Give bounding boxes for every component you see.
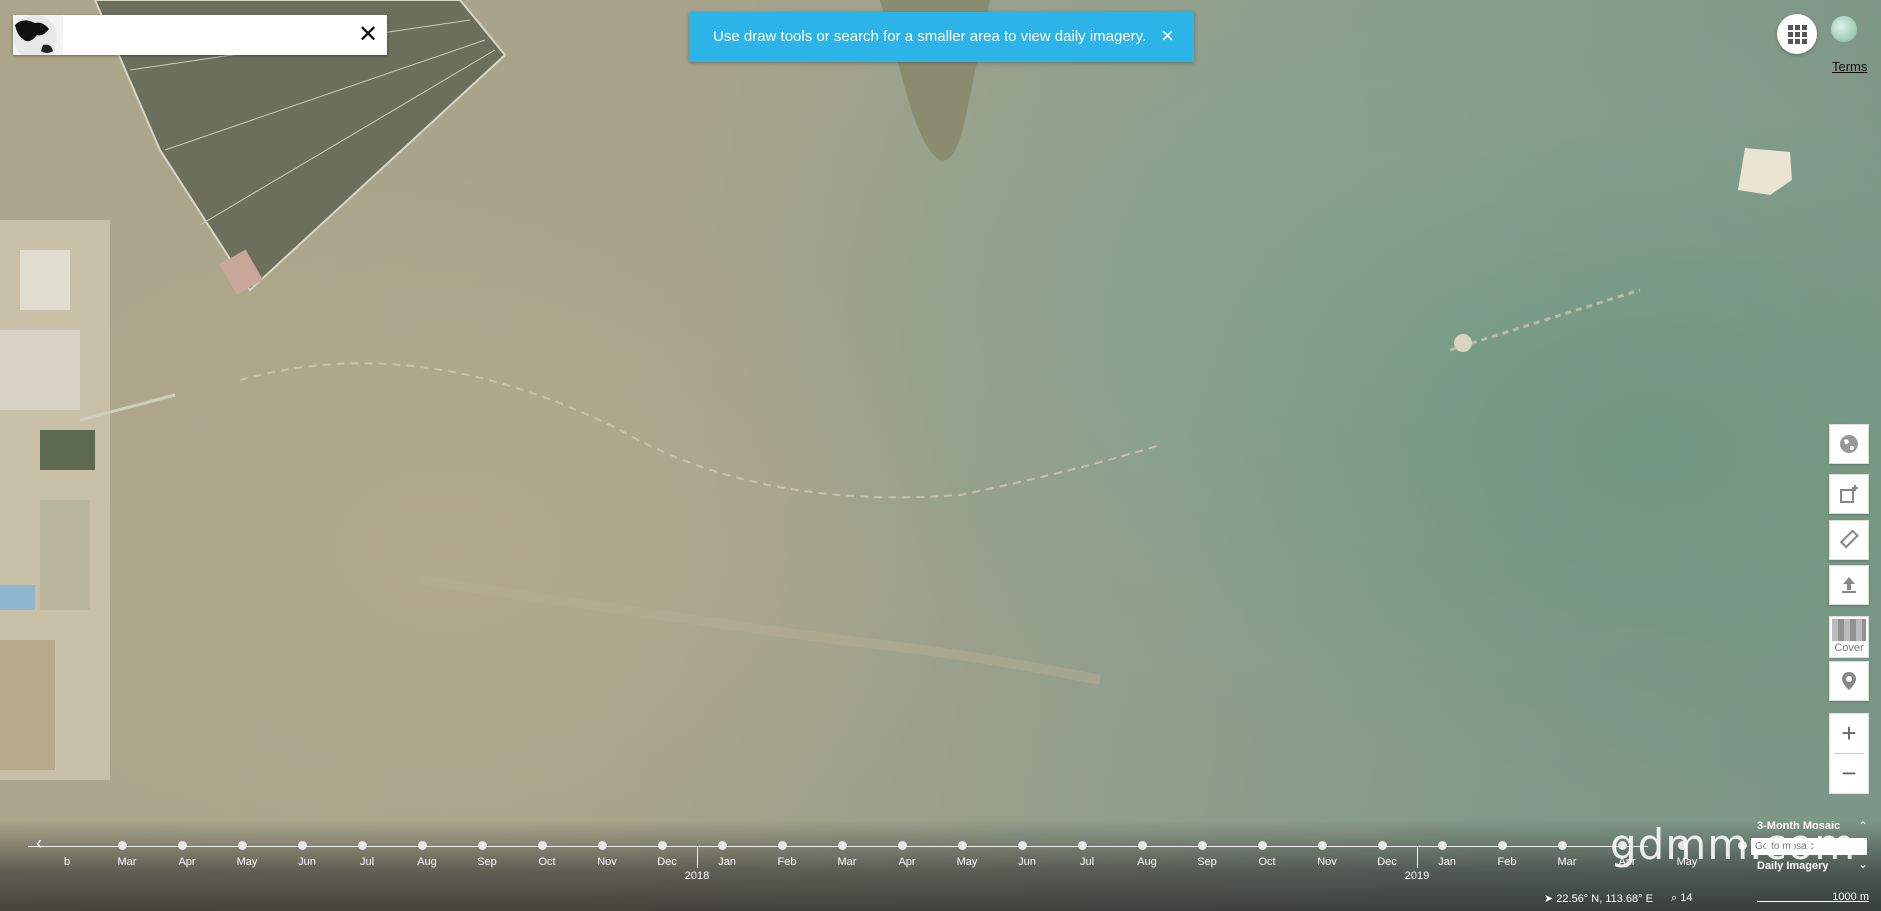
timeline-month-label[interactable]: Nov	[1317, 856, 1337, 868]
timeline-month-label[interactable]: May	[957, 856, 978, 868]
timeline-month-label[interactable]: Oct	[1258, 856, 1275, 868]
timeline-month-label[interactable]: Jul	[360, 856, 374, 868]
timeline-prev-icon[interactable]: ‹	[36, 833, 42, 854]
globe-thumbnail[interactable]	[13, 15, 63, 55]
scale-bar: 1000 m	[1757, 891, 1869, 903]
notification-message: Use draw tools or search for a smaller a…	[713, 28, 1147, 45]
measure-button[interactable]	[1829, 520, 1869, 560]
timeline-month-label[interactable]: Apr	[898, 856, 915, 868]
timeline-month-label[interactable]: Feb	[778, 856, 797, 868]
magnifier-icon: ⌕	[1671, 892, 1681, 904]
timeline-tick[interactable]	[1018, 841, 1027, 850]
watermark: gdmm.com	[1610, 820, 1857, 869]
timeline-year-label: 2018	[684, 870, 710, 882]
timeline-tick[interactable]	[238, 841, 247, 850]
timeline-month-label[interactable]: Mar	[1558, 856, 1577, 868]
timeline-month-label[interactable]: Mar	[118, 856, 137, 868]
search-bar[interactable]: ✕	[13, 15, 387, 55]
timeline-month-label[interactable]: Aug	[1137, 856, 1157, 868]
satellite-map[interactable]	[0, 0, 1881, 911]
timeline-tick[interactable]	[1558, 841, 1567, 850]
apps-grid-button[interactable]	[1777, 14, 1817, 54]
year-divider	[697, 847, 698, 868]
draw-area-button[interactable]	[1829, 474, 1869, 514]
timeline-tick[interactable]	[838, 841, 847, 850]
timeline-month-label[interactable]: Sep	[1197, 856, 1217, 868]
draw-shape-icon	[1840, 485, 1858, 503]
timeline-month-label[interactable]: May	[237, 856, 258, 868]
timeline-month-label[interactable]: Apr	[178, 856, 195, 868]
timeline-month-label[interactable]: Jul	[1080, 856, 1094, 868]
timeline-tick[interactable]	[718, 841, 727, 850]
timeline-month-label[interactable]: b	[64, 856, 70, 868]
zoom-level-value: 14	[1680, 892, 1693, 904]
timeline-tick[interactable]	[1078, 841, 1087, 850]
close-icon[interactable]: ×	[1161, 25, 1174, 47]
terms-link[interactable]: Terms	[1832, 59, 1867, 74]
timeline-tick[interactable]	[1498, 841, 1507, 850]
chevron-down-icon[interactable]: ⌄	[1858, 857, 1868, 871]
timeline-tick[interactable]	[178, 841, 187, 850]
timeline-tick[interactable]	[478, 841, 487, 850]
user-avatar[interactable]	[1831, 16, 1857, 42]
timeline-tick[interactable]	[358, 841, 367, 850]
timeline-tick[interactable]	[958, 841, 967, 850]
ruler-icon	[1839, 530, 1859, 549]
timeline-tick[interactable]	[898, 841, 907, 850]
timeline-month-label[interactable]: Sep	[477, 856, 497, 868]
timeline-tick[interactable]	[418, 841, 427, 850]
zoom-control: + −	[1829, 713, 1869, 794]
timeline-tick[interactable]	[1438, 841, 1447, 850]
timeline-month-label[interactable]: Aug	[417, 856, 437, 868]
chevron-up-icon[interactable]: ⌃	[1858, 819, 1868, 833]
cloud-cover-button[interactable]: Cover	[1829, 616, 1869, 658]
timeline-tick[interactable]	[598, 841, 607, 850]
cover-label: Cover	[1834, 642, 1864, 654]
timeline-month-label[interactable]: Dec	[657, 856, 677, 868]
timeline-month-label[interactable]: Jun	[298, 856, 316, 868]
timeline-month-label[interactable]: Dec	[1377, 856, 1397, 868]
timeline-month-label[interactable]: Mar	[838, 856, 857, 868]
timeline-month-label[interactable]: Jan	[718, 856, 736, 868]
timeline-tick[interactable]	[538, 841, 547, 850]
basemap-globe-button[interactable]	[1829, 424, 1869, 464]
globe-icon	[1840, 435, 1858, 453]
upload-icon	[1842, 577, 1856, 593]
navigation-arrow-icon: ➤	[1544, 893, 1557, 905]
island	[1738, 148, 1792, 195]
cover-thumbnail	[1832, 619, 1866, 641]
zoom-level: ⌕ 14	[1671, 892, 1692, 905]
timeline-tick[interactable]	[1318, 841, 1327, 850]
timeline-month-label[interactable]: Oct	[538, 856, 555, 868]
bridge-line	[239, 362, 1161, 499]
timeline-month-label[interactable]: Nov	[597, 856, 617, 868]
coordinates-text: 22.56° N, 113.68° E	[1556, 893, 1653, 905]
zoom-out-button[interactable]: −	[1830, 754, 1868, 792]
map-pin-icon	[1842, 672, 1856, 690]
map-features	[0, 0, 1792, 780]
search-input[interactable]	[71, 21, 345, 51]
upload-button[interactable]	[1829, 565, 1869, 605]
timeline-tick[interactable]	[118, 841, 127, 850]
year-divider	[1417, 847, 1418, 868]
zoom-in-button[interactable]: +	[1830, 714, 1868, 752]
notification-banner: Use draw tools or search for a smaller a…	[689, 12, 1194, 62]
timeline-tick[interactable]	[1258, 841, 1267, 850]
timeline-year-label: 2019	[1404, 870, 1430, 882]
cursor-coordinates: ➤ 22.56° N, 113.68° E	[1544, 892, 1653, 905]
timeline-tick[interactable]	[298, 841, 307, 850]
clear-search-button[interactable]: ✕	[355, 22, 381, 48]
timeline-tick[interactable]	[1378, 841, 1387, 850]
timeline-tick[interactable]	[778, 841, 787, 850]
timeline-tick[interactable]	[1138, 841, 1147, 850]
timeline-tick[interactable]	[658, 841, 667, 850]
timeline-tick[interactable]	[1198, 841, 1207, 850]
timeline-month-label[interactable]: Jan	[1438, 856, 1456, 868]
timeline-month-label[interactable]: Jun	[1018, 856, 1036, 868]
location-pin-button[interactable]	[1829, 661, 1869, 701]
timeline-month-label[interactable]: Feb	[1498, 856, 1517, 868]
